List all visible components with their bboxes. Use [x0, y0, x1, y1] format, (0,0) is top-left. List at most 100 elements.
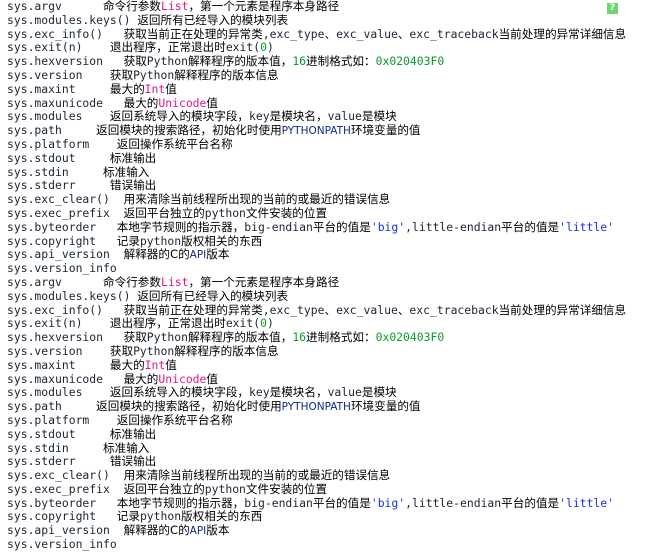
code-token: exit( — [225, 40, 261, 55]
code-line: sys.api_version 解释器的C的API版本 — [7, 247, 626, 262]
help-icon[interactable]: ? — [607, 3, 618, 14]
description-text: 、 — [397, 26, 410, 41]
code-token: exc_traceback — [409, 302, 499, 317]
number-literal: 0 — [260, 316, 267, 331]
code-token: sys.path — [7, 123, 97, 138]
code-token: sys.exc_info() — [7, 26, 124, 41]
code-token: sys.stdout — [7, 150, 110, 165]
description-text: 获取 — [123, 54, 147, 69]
description-text: 值 — [206, 95, 219, 110]
code-line: sys.modules 返回系统导入的模块字段，key是模块名，value是模块 — [7, 385, 626, 400]
code-token: python — [139, 233, 182, 248]
code-token: sys.version — [7, 67, 110, 82]
code-token: python — [204, 205, 246, 220]
description-text: 获取当前正在处理的异常类 — [123, 302, 263, 317]
description-text: 获取 — [109, 67, 134, 82]
code-token: key — [249, 385, 270, 400]
description-text: ，第一个元素是程序本身路径 — [188, 274, 340, 289]
description-text: 版权相关的东西 — [181, 233, 263, 248]
number-literal: 16 — [292, 330, 307, 345]
code-line: sys.version_info — [7, 261, 626, 276]
description-text: 返回系统导入的模块字段， — [109, 109, 250, 124]
code-token: sys.exec_prefix — [7, 205, 124, 220]
code-token: ,little-endian — [405, 495, 502, 510]
code-token: sys.copyright — [7, 233, 117, 248]
code-token: ) — [266, 40, 274, 55]
code-line: sys.platform 返回操作系统平台名称 — [7, 412, 626, 428]
code-token: sys.hexversion — [7, 330, 124, 345]
description-text: 最大的 — [109, 81, 145, 96]
description-text: 解释程序的版本值， — [187, 330, 293, 345]
description-text: 解释器的C的 — [123, 247, 190, 262]
code-token: sys.platform — [7, 412, 117, 427]
code-listing: sys.argv 命令行参数List，第一个元素是程序本身路径 sys.modul… — [7, 0, 626, 552]
code-token: python — [139, 509, 182, 524]
code-token: python — [204, 481, 246, 496]
code-line: sys.exec_prefix 返回平台独立的python文件安装的位置 — [7, 481, 626, 497]
code-token: sys.maxint — [7, 357, 110, 372]
code-line: sys.platform 返回操作系统平台名称 — [7, 136, 626, 152]
code-token: sys.exit(n) — [7, 316, 110, 331]
code-line: sys.version 获取Python解释程序的版本信息 — [7, 67, 626, 83]
description-text: 、 — [324, 26, 337, 41]
code-token: sys.stdin — [7, 164, 104, 179]
code-line: sys.stdout 标准输出 — [7, 426, 626, 442]
code-line: sys.copyright 记录python版权相关的东西 — [7, 510, 626, 524]
description-text: 是模块名， — [269, 109, 328, 124]
type-keyword: Unicode — [158, 371, 207, 386]
description-text: 返回系统导入的模块字段， — [109, 385, 250, 400]
description-text: 错误输出 — [109, 454, 157, 469]
description-text: 标准输入 — [103, 440, 150, 455]
code-token: sys.argv — [7, 274, 104, 289]
code-token: exc_value — [336, 26, 398, 41]
code-token: sys.version — [7, 343, 110, 358]
description-text: 用来清除当前线程所出现的当前的或最近的错误信息 — [123, 468, 391, 483]
description-text: 平台的值是 — [312, 219, 371, 234]
description-text: 记录 — [116, 509, 140, 524]
string-literal: 'little' — [559, 219, 615, 234]
code-token: Python — [146, 330, 188, 345]
code-line: sys.version 获取Python解释程序的版本信息 — [7, 343, 626, 359]
code-line: sys.byteorder 本地字节规则的指示器，big-endian平台的值是… — [7, 495, 626, 511]
description-text: 平台的值是 — [501, 219, 560, 234]
code-line: sys.argv 命令行参数List，第一个元素是程序本身路径 — [7, 274, 626, 290]
code-line: sys.hexversion 获取Python解释程序的版本值，16进制格式如：… — [7, 330, 626, 345]
description-text: 值 — [206, 371, 219, 386]
code-line: sys.maxint 最大的Int值 — [7, 357, 626, 373]
code-token: key — [249, 109, 270, 124]
code-token: ,little-endian — [405, 219, 502, 234]
code-line: sys.modules.keys() 返回所有已经导入的模块列表 — [7, 288, 626, 304]
code-line: sys.stdin 标准输入 — [7, 164, 626, 180]
code-token: Python — [133, 67, 175, 82]
code-token: sys.platform — [7, 136, 117, 151]
code-line: sys.version_info — [7, 537, 626, 552]
number-literal: 0x020403F0 — [375, 54, 445, 69]
code-token: sys.exc_clear() — [7, 192, 124, 207]
code-line: sys.stdout 标准输出 — [7, 150, 626, 166]
code-token: exit( — [225, 316, 261, 331]
description-text: 解释程序的版本信息 — [174, 67, 279, 82]
description-text: 平台的值是 — [312, 495, 371, 510]
description-text: 值 — [165, 81, 177, 96]
code-line: sys.exit(n) 退出程序，正常退出时exit(0) — [7, 40, 626, 55]
description-text: 记录 — [116, 233, 140, 248]
description-text: 版本 — [206, 247, 230, 262]
description-text: 本地字节规则的指示器， — [116, 219, 245, 234]
description-text: 返回所有已经导入的模块列表 — [137, 288, 289, 303]
code-line: sys.exc_info() 获取当前正在处理的异常类,exc_type、exc… — [7, 302, 626, 318]
string-literal: 'little' — [559, 495, 615, 510]
code-token: sys.modules.keys() — [7, 288, 138, 303]
description-text: 错误输出 — [109, 178, 157, 193]
code-line: sys.exec_prefix 返回平台独立的python文件安装的位置 — [7, 205, 626, 221]
code-token: sys.hexversion — [7, 54, 124, 69]
code-token: sys.maxint — [7, 81, 110, 96]
description-text: 返回平台独立的 — [123, 205, 205, 220]
code-token: sys.stdout — [7, 426, 110, 441]
code-token: sys.byteorder — [7, 219, 117, 234]
code-token: sys.exit(n) — [7, 40, 110, 55]
description-text: 返回所有已经导入的模块列表 — [137, 12, 289, 27]
description-text: 最大的 — [123, 95, 159, 110]
type-keyword: Unicode — [158, 95, 207, 110]
code-token: sys.byteorder — [7, 495, 117, 510]
constant-text: API — [189, 525, 207, 538]
